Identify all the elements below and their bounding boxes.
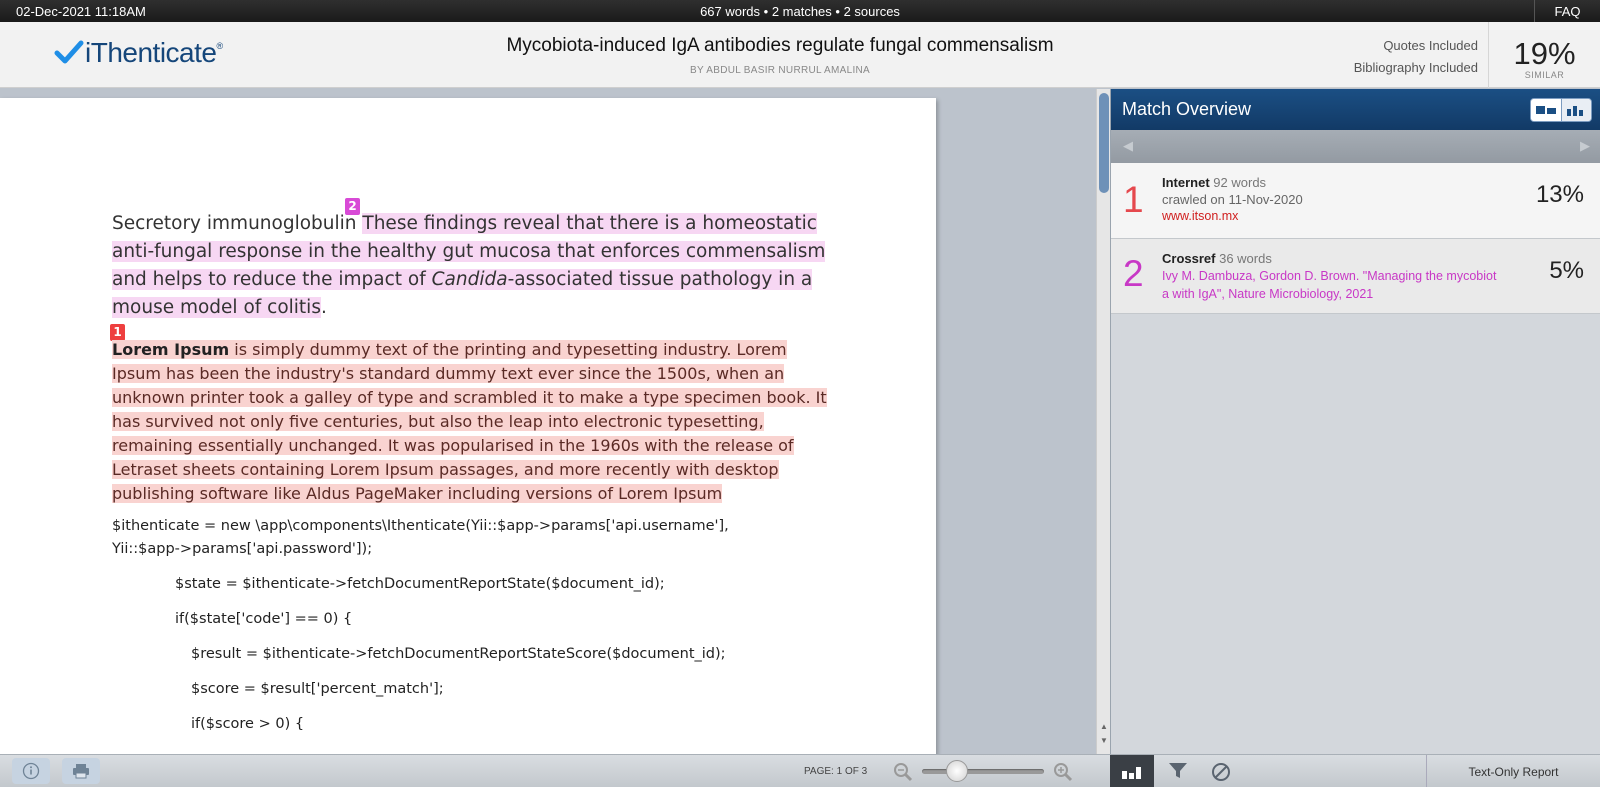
similarity-percent: 19% [1513, 36, 1576, 71]
similarity-label: SIMILAR [1524, 70, 1565, 80]
print-button[interactable] [62, 758, 100, 784]
text-only-report-button[interactable]: Text-Only Report [1426, 755, 1600, 787]
match-item-2[interactable]: 2 Crossref 36 words Ivy M. Dambuza, Gord… [1111, 239, 1600, 314]
unmatched-text: Secretory immunoglobulin [112, 213, 363, 234]
exclude-icon[interactable] [1211, 762, 1231, 782]
page-indicator: PAGE: 1 OF 3 [804, 766, 868, 777]
code-line: Yii::$app->params['api.password']); [112, 541, 373, 557]
match-link-line-1[interactable]: Ivy M. Dambuza, Gordon D. Brown. "Managi… [1162, 267, 1496, 285]
match-source: Internet 92 words [1162, 175, 1267, 190]
match-percent: 5% [1549, 257, 1584, 284]
match-number: 1 [1123, 179, 1144, 220]
panel-toolbar: Text-Only Report [1110, 755, 1600, 787]
quotes-setting[interactable]: Quotes Included [1354, 35, 1478, 57]
bar-chart-icon [1567, 106, 1584, 116]
scrollbar-thumb[interactable] [1099, 93, 1109, 193]
faq-link[interactable]: FAQ [1534, 0, 1600, 22]
view-toggle[interactable] [1530, 98, 1592, 122]
print-icon [73, 764, 89, 779]
top-bar: 02-Dec-2021 11:18AM 667 words • 2 matche… [0, 0, 1600, 22]
code-line: $ithenticate = new \app\components\Ithen… [112, 518, 729, 534]
zoom-out-icon[interactable] [893, 762, 913, 782]
report-settings: Quotes Included Bibliography Included [1354, 35, 1478, 79]
code-line: $state = $ithenticate->fetchDocumentRepo… [175, 576, 665, 592]
next-arrow-icon[interactable]: ▶ [1580, 138, 1590, 154]
paragraph-lorem: Lorem Ipsum is simply dummy text of the … [112, 338, 832, 506]
document-viewer[interactable]: 2 Secretory immunoglobulin These finding… [0, 89, 1098, 758]
match-number: 2 [1123, 253, 1144, 294]
match-link-line-2[interactable]: a with IgA", Nature Microbiology, 2021 [1162, 285, 1373, 303]
chart-view-button[interactable] [1560, 99, 1591, 121]
zoom-slider-handle[interactable] [946, 760, 968, 782]
document-title: Mycobiota-induced IgA antibodies regulat… [506, 35, 1054, 56]
bar-chart-icon [1122, 766, 1141, 779]
match-detail: crawled on 11-Nov-2020 [1162, 192, 1303, 207]
paragraph-abstract: Secretory immunoglobulin These findings … [112, 213, 826, 318]
logo-registered-mark: ® [216, 41, 224, 51]
checkmark-icon [54, 40, 84, 64]
logo-text: iThenticate [85, 37, 217, 68]
document-page: 2 Secretory immunoglobulin These finding… [0, 98, 936, 758]
match-navigation: ◀ ▶ [1111, 130, 1600, 163]
report-header: iThenticate ® Mycobiota-induced IgA anti… [0, 22, 1600, 88]
panel-header: Match Overview [1111, 89, 1600, 130]
list-view-icon [1535, 106, 1556, 114]
bibliography-setting[interactable]: Bibliography Included [1354, 57, 1478, 79]
panel-title: Match Overview [1122, 99, 1252, 119]
code-line: if($score > 0) { [191, 716, 305, 732]
zoom-in-icon[interactable] [1053, 762, 1073, 782]
info-icon [22, 762, 40, 780]
zoom-slider-track[interactable] [922, 769, 1044, 774]
code-line: $result = $ithenticate->fetchDocumentRep… [191, 646, 726, 662]
match-item-1[interactable]: 1 Internet 92 words crawled on 11-Nov-20… [1111, 163, 1600, 239]
match-overview-panel: Match Overview ◀ ▶ 1 Internet 92 words c… [1110, 89, 1600, 754]
match-percent: 13% [1535, 181, 1584, 208]
document-scrollbar[interactable]: ▲ ▼ [1096, 89, 1110, 754]
match-overview-button[interactable] [1110, 755, 1154, 787]
match-source: Crossref 36 words [1162, 251, 1272, 266]
filter-icon[interactable] [1168, 762, 1188, 780]
list-view-button[interactable] [1531, 99, 1561, 121]
scroll-up-icon[interactable]: ▲ [1100, 722, 1108, 731]
document-author: BY ABDUL BASIR NURRUL AMALINA [689, 65, 871, 76]
prev-arrow-icon[interactable]: ◀ [1123, 138, 1133, 154]
match-link[interactable]: www.itson.mx [1162, 207, 1238, 225]
document-summary: 667 words • 2 matches • 2 sources [700, 4, 900, 19]
code-line: if($state['code'] == 0) { [175, 611, 353, 627]
similarity-score: 19% SIMILAR [1488, 22, 1600, 88]
scroll-down-icon[interactable]: ▼ [1100, 736, 1108, 745]
ithenticate-logo: iThenticate ® [54, 37, 223, 69]
info-button[interactable] [12, 758, 50, 784]
code-line: $score = $result['percent_match']; [191, 681, 444, 697]
match-1-highlight[interactable]: Lorem Ipsum is simply dummy text of the … [112, 340, 827, 503]
bottom-toolbar: PAGE: 1 OF 3 Text-Only Report [0, 754, 1600, 787]
